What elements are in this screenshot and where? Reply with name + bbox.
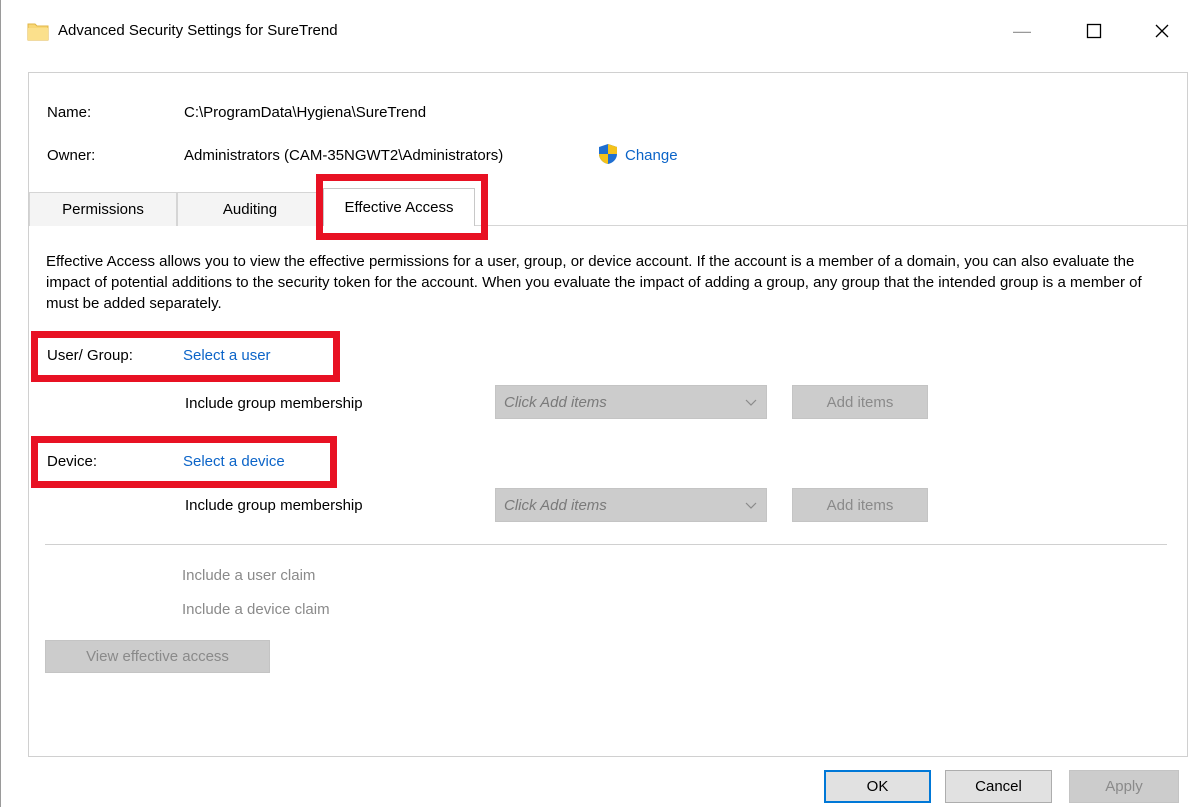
effective-access-description: Effective Access allows you to view the … — [46, 253, 1142, 312]
minimize-button[interactable]: — — [991, 0, 1053, 62]
ok-button[interactable]: OK — [824, 770, 931, 803]
device-add-items-button[interactable]: Add items — [792, 488, 928, 522]
folder-icon — [27, 23, 49, 41]
maximize-icon — [1086, 23, 1102, 39]
user-group-label: User/ Group: — [47, 347, 133, 364]
section-separator — [45, 544, 1167, 545]
tab-auditing[interactable]: Auditing — [177, 192, 323, 226]
apply-button[interactable]: Apply — [1069, 770, 1179, 803]
name-label: Name: — [47, 104, 92, 121]
select-user-link[interactable]: Select a user — [183, 347, 271, 364]
close-button[interactable] — [1131, 0, 1193, 62]
tab-effective-access[interactable]: Effective Access — [323, 188, 475, 226]
name-value: C:\ProgramData\Hygiena\SureTrend — [184, 104, 427, 121]
owner-label: Owner: — [47, 147, 96, 164]
select-device-link[interactable]: Select a device — [183, 453, 285, 470]
device-membership-label: Include group membership — [185, 497, 363, 514]
include-user-claim-link[interactable]: Include a user claim — [182, 567, 315, 584]
window-title: Advanced Security Settings for SureTrend — [58, 22, 338, 39]
change-owner-link[interactable]: Change — [625, 147, 678, 164]
include-device-claim-link[interactable]: Include a device claim — [182, 601, 330, 618]
close-icon — [1155, 24, 1169, 38]
chevron-down-icon — [745, 502, 757, 509]
device-group-membership-combo[interactable]: Click Add items — [495, 488, 767, 522]
owner-value: Administrators (CAM-35NGWT2\Administrato… — [184, 147, 504, 164]
user-add-items-button[interactable]: Add items — [792, 385, 928, 419]
advanced-security-window: Advanced Security Settings for SureTrend… — [0, 0, 1198, 807]
maximize-button[interactable] — [1063, 0, 1125, 62]
cancel-button[interactable]: Cancel — [945, 770, 1052, 803]
user-combo-value: Click Add items — [504, 394, 607, 411]
user-group-membership-combo[interactable]: Click Add items — [495, 385, 767, 419]
user-membership-label: Include group membership — [185, 395, 363, 412]
tab-permissions[interactable]: Permissions — [29, 192, 177, 226]
device-combo-value: Click Add items — [504, 497, 607, 514]
title-bar[interactable]: Advanced Security Settings for SureTrend… — [1, 0, 1198, 62]
device-label: Device: — [47, 453, 98, 470]
chevron-down-icon — [745, 399, 757, 406]
uac-shield-icon — [599, 144, 617, 164]
view-effective-access-button[interactable]: View effective access — [45, 640, 270, 673]
